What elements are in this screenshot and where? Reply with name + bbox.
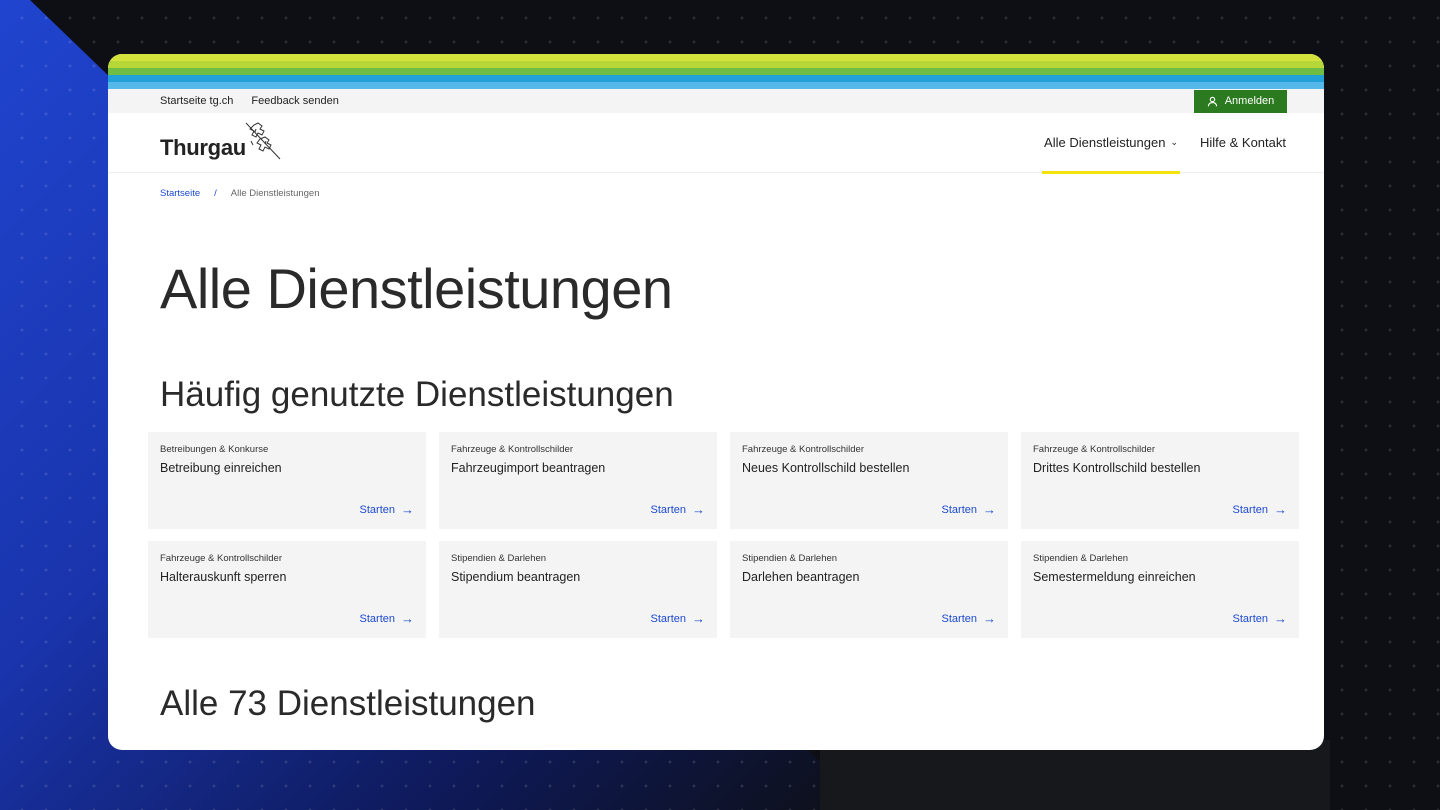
card-category: Fahrzeuge & Kontrollschilder: [451, 444, 573, 455]
nav-help-contact-label: Hilfe & Kontakt: [1200, 135, 1286, 150]
logo-text: Thurgau: [160, 134, 246, 160]
start-link[interactable]: Starten →: [1233, 502, 1287, 517]
start-link[interactable]: Starten →: [651, 502, 705, 517]
card-category: Stipendien & Darlehen: [1033, 553, 1129, 564]
service-card[interactable]: Stipendien & Darlehen Semestermeldung ei…: [1021, 541, 1299, 638]
chevron-down-icon: ⌄: [1170, 137, 1178, 147]
breadcrumb: Startseite / Alle Dienstleistungen: [108, 173, 1324, 199]
card-title: Neues Kontrollschild bestellen: [742, 461, 910, 475]
breadcrumb-current: Alle Dienstleistungen: [230, 188, 320, 199]
card-title: Fahrzeugimport beantragen: [451, 461, 606, 475]
arrow-right-icon: →: [983, 502, 996, 517]
card-title: Betreibung einreichen: [160, 461, 282, 475]
card-category: Fahrzeuge & Kontrollschilder: [742, 444, 864, 455]
browser-window: Startseite tg.ch Feedback senden Anmelde…: [108, 54, 1324, 750]
arrow-right-icon: →: [692, 611, 705, 626]
arrow-right-icon: →: [1274, 611, 1287, 626]
start-link[interactable]: Starten →: [360, 611, 414, 626]
link-startseite-tg[interactable]: Startseite tg.ch: [160, 95, 233, 107]
login-label: Anmelden: [1224, 95, 1275, 107]
start-label: Starten: [1232, 503, 1268, 516]
card-category: Stipendien & Darlehen: [451, 553, 547, 564]
section-title-frequent: Häufig genutzte Dienstleistungen: [160, 375, 674, 414]
card-title: Stipendium beantragen: [451, 570, 581, 584]
card-category: Stipendien & Darlehen: [742, 553, 838, 564]
service-card[interactable]: Fahrzeuge & Kontrollschilder Fahrzeugimp…: [439, 432, 717, 529]
start-label: Starten: [359, 503, 395, 516]
start-link[interactable]: Starten →: [360, 502, 414, 517]
utility-bar: Startseite tg.ch Feedback senden Anmelde…: [108, 89, 1324, 113]
background-dark-panel: [820, 740, 1330, 810]
nav-all-services-label: Alle Dienstleistungen: [1044, 135, 1166, 150]
start-link[interactable]: Starten →: [942, 611, 996, 626]
breadcrumb-separator: /: [214, 188, 217, 199]
start-label: Starten: [1232, 612, 1268, 625]
service-card[interactable]: Stipendien & Darlehen Stipendium beantra…: [439, 541, 717, 638]
start-link[interactable]: Starten →: [651, 611, 705, 626]
start-label: Starten: [650, 503, 686, 516]
start-label: Starten: [650, 612, 686, 625]
thurgau-lions-logo-icon: [245, 121, 281, 159]
page-title: Alle Dienstleistungen: [160, 257, 673, 320]
card-category: Betreibungen & Konkurse: [160, 444, 269, 455]
arrow-right-icon: →: [1274, 502, 1287, 517]
frequent-services-grid: Betreibungen & Konkurse Betreibung einre…: [148, 432, 1299, 638]
brand-stripes: [108, 54, 1324, 89]
service-card[interactable]: Stipendien & Darlehen Darlehen beantrage…: [730, 541, 1008, 638]
card-title: Halterauskunft sperren: [160, 570, 287, 584]
arrow-right-icon: →: [983, 611, 996, 626]
card-title: Darlehen beantragen: [742, 570, 860, 584]
arrow-right-icon: →: [692, 502, 705, 517]
card-title: Drittes Kontrollschild bestellen: [1033, 461, 1201, 475]
card-category: Fahrzeuge & Kontrollschilder: [160, 553, 282, 564]
service-card[interactable]: Betreibungen & Konkurse Betreibung einre…: [148, 432, 426, 529]
link-feedback[interactable]: Feedback senden: [251, 95, 338, 107]
login-button[interactable]: Anmelden: [1194, 89, 1287, 113]
start-link[interactable]: Starten →: [1233, 611, 1287, 626]
card-category: Fahrzeuge & Kontrollschilder: [1033, 444, 1155, 455]
start-label: Starten: [941, 612, 977, 625]
arrow-right-icon: →: [401, 502, 414, 517]
section-title-all: Alle 73 Dienstleistungen: [160, 684, 536, 723]
start-link[interactable]: Starten →: [942, 502, 996, 517]
nav-help-contact[interactable]: Hilfe & Kontakt: [1200, 113, 1286, 173]
breadcrumb-home[interactable]: Startseite: [160, 188, 200, 199]
card-title: Semestermeldung einreichen: [1033, 570, 1196, 584]
start-label: Starten: [359, 612, 395, 625]
service-card[interactable]: Fahrzeuge & Kontrollschilder Drittes Kon…: [1021, 432, 1299, 529]
start-label: Starten: [941, 503, 977, 516]
site-header: Thurgau Alle Dienstleistungen ⌄ Hilfe & …: [108, 113, 1324, 174]
service-card[interactable]: Fahrzeuge & Kontrollschilder Neues Kontr…: [730, 432, 1008, 529]
user-icon: [1207, 96, 1217, 106]
service-card[interactable]: Fahrzeuge & Kontrollschilder Halterausku…: [148, 541, 426, 638]
logo[interactable]: Thurgau: [160, 121, 281, 165]
arrow-right-icon: →: [401, 611, 414, 626]
nav-all-services[interactable]: Alle Dienstleistungen ⌄: [1042, 113, 1180, 174]
